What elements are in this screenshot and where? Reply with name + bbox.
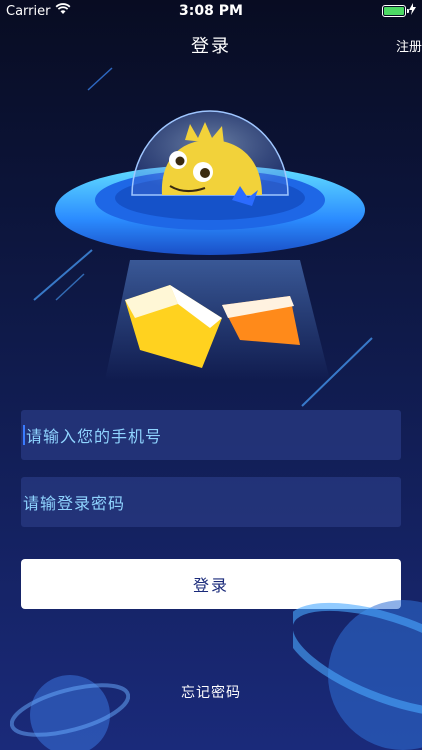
register-button[interactable]: 注册 (396, 36, 422, 55)
text-caret (23, 425, 25, 445)
phone-input-placeholder: 请输入您的手机号 (26, 427, 163, 446)
password-input[interactable]: 请输登录密码 (21, 477, 401, 527)
planet-decoration (10, 675, 130, 750)
battery-icon (382, 5, 409, 17)
status-time: 3:08 PM (179, 3, 243, 19)
forgot-password-link[interactable]: 忘记密码 (0, 682, 422, 702)
phone-input[interactable]: 请输入您的手机号 (21, 410, 401, 460)
status-bar: Carrier 3:08 PM (0, 0, 422, 22)
ufo-dinosaur-illustration (33, 67, 373, 407)
login-button[interactable]: 登录 (21, 559, 401, 609)
password-input-placeholder: 请输登录密码 (23, 494, 126, 513)
page-title: 登录 (191, 36, 231, 57)
